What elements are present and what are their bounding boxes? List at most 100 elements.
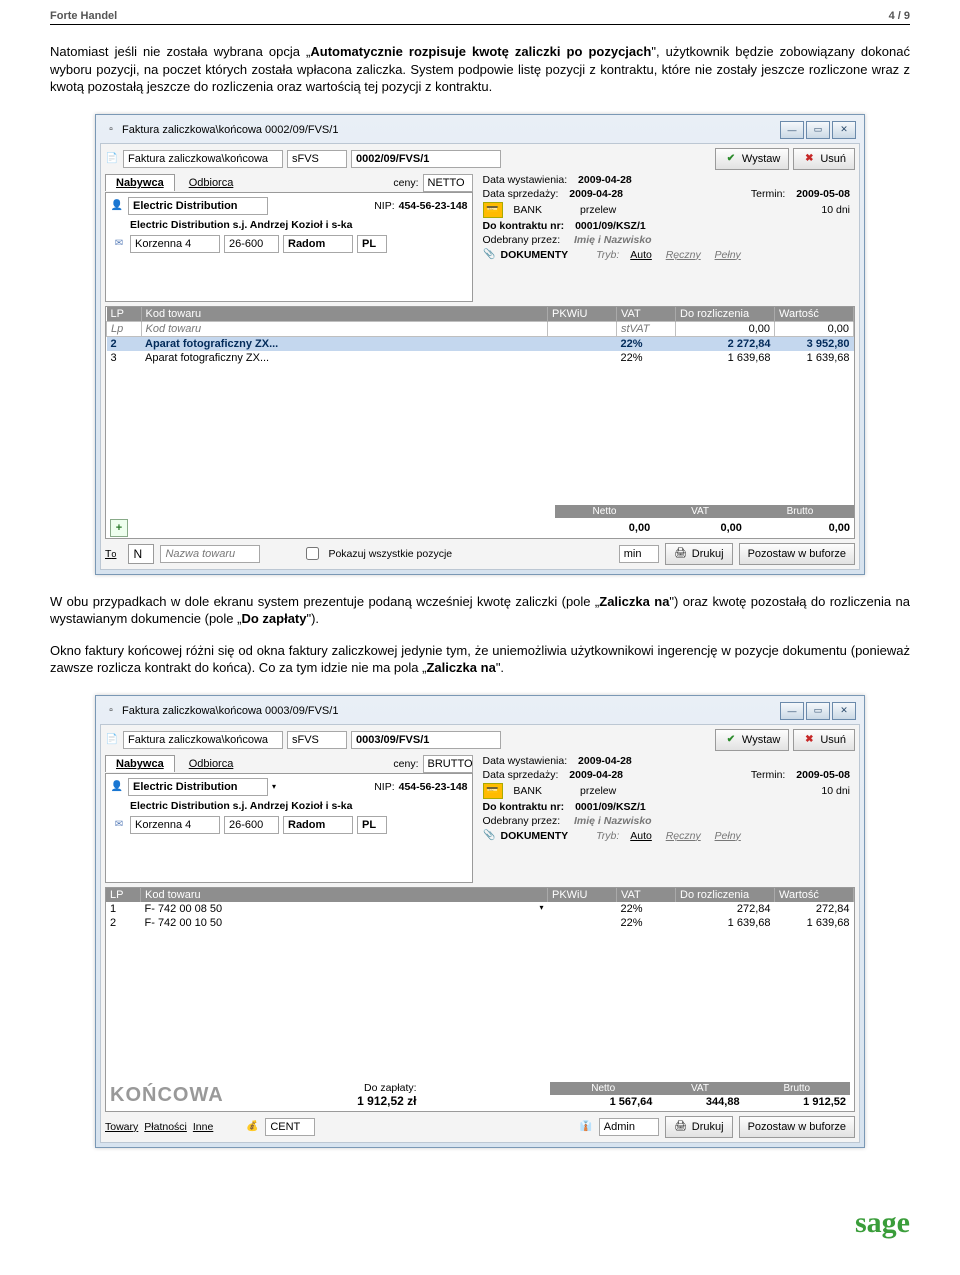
sage-logo: sage <box>855 1206 910 1239</box>
docnum-field[interactable]: 0002/09/FVS/1 <box>351 150 501 168</box>
tab-towary[interactable]: To <box>105 548 116 560</box>
app-icon: ▫ <box>104 704 118 718</box>
tryb-auto[interactable]: Auto <box>630 249 652 261</box>
label-nip: NIP: <box>374 781 394 793</box>
wystaw-button[interactable]: ✔Wystaw <box>715 729 789 751</box>
table-row[interactable]: 1 F- 742 00 08 50 ▾ 22% 272,84 272,84 <box>106 902 854 916</box>
val-termin: 2009-05-08 <box>796 188 850 200</box>
docnum-field[interactable]: 0003/09/FVS/1 <box>351 731 501 749</box>
tryb-reczny[interactable]: Ręczny <box>666 249 701 261</box>
label-pokazuj: Pokazuj wszystkie pozycje <box>328 548 452 560</box>
maximize-button[interactable]: ▭ <box>806 121 830 139</box>
val-brutto: 1 912,52 <box>744 1095 850 1109</box>
col-vat[interactable]: VAT <box>617 888 676 902</box>
label-tryb: Tryb: <box>596 249 619 261</box>
mail-icon: ✉ <box>112 818 126 832</box>
val-dni: 10 dni <box>821 204 850 216</box>
firma-field[interactable]: Electric Distribution <box>128 778 268 796</box>
val-odebrany[interactable]: Imię i Nazwisko <box>574 234 652 246</box>
tab-platnosci[interactable]: Płatności <box>144 1121 187 1133</box>
cent-field[interactable]: CENT <box>265 1118 315 1136</box>
printer-icon: 🖨 <box>674 547 688 561</box>
table-row-selected[interactable]: 2 Aparat fotograficzny ZX... 22% 2 272,8… <box>107 336 854 351</box>
col-lp[interactable]: LP <box>107 307 142 322</box>
col-wart[interactable]: Wartość <box>775 307 854 322</box>
n-button[interactable]: N <box>128 544 154 564</box>
check-icon: ✔ <box>724 733 738 747</box>
minimize-button[interactable]: — <box>780 702 804 720</box>
addr-country[interactable]: PL <box>357 235 387 253</box>
dropdown-icon[interactable]: ▾ <box>272 782 276 791</box>
docs-icon: 📎 <box>483 829 497 843</box>
drukuj-button[interactable]: 🖨Drukuj <box>665 543 733 565</box>
col-lp[interactable]: LP <box>106 888 141 902</box>
label-data-wystawienia: Data wystawienia: <box>483 755 568 767</box>
tab-odbiorca[interactable]: Odbiorca <box>179 756 244 772</box>
pozostaw-button[interactable]: Pozostaw w buforze <box>739 1116 855 1138</box>
col-kod[interactable]: Kod towaru <box>141 307 548 322</box>
tab-nabywca[interactable]: Nabywca <box>105 174 175 191</box>
addr-zip[interactable]: 26-600 <box>224 235 279 253</box>
addr-street[interactable]: Korzenna 4 <box>130 816 220 834</box>
col-wart[interactable]: Wartość <box>775 888 854 902</box>
tab-odbiorca[interactable]: Odbiorca <box>179 175 244 191</box>
ceny-field[interactable]: NETTO <box>423 174 473 192</box>
invoice-window-2: ▫ Faktura zaliczkowa\końcowa 0003/09/FVS… <box>95 695 865 1148</box>
doc-type-field[interactable]: Faktura zaliczkowa\końcowa <box>123 150 283 168</box>
label-bank: BANK <box>513 204 542 216</box>
col-kod[interactable]: Kod towaru <box>141 888 548 902</box>
addr-street[interactable]: Korzenna 4 <box>130 235 220 253</box>
input-wart[interactable]: 0,00 <box>775 321 854 336</box>
nazwa-towaru-input[interactable]: Nazwa towaru <box>160 545 260 563</box>
addr-zip[interactable]: 26-600 <box>224 816 279 834</box>
page-number: 4 / 9 <box>889 10 910 22</box>
firma-field[interactable]: Electric Distribution <box>128 197 268 215</box>
dropdown-icon[interactable]: ▾ <box>539 903 543 912</box>
col-roz[interactable]: Do rozliczenia <box>676 888 775 902</box>
tryb-auto[interactable]: Auto <box>630 830 652 842</box>
tab-inne[interactable]: Inne <box>193 1121 213 1133</box>
tryb-reczny[interactable]: Ręczny <box>666 830 701 842</box>
minimize-button[interactable]: — <box>780 121 804 139</box>
table-row[interactable]: 2 F- 742 00 10 50 22% 1 639,68 1 639,68 <box>106 916 854 930</box>
ceny-field[interactable]: BRUTTO <box>423 755 473 773</box>
tab-nabywca[interactable]: Nabywca <box>105 755 175 772</box>
col-pkwiu[interactable]: PKWiU <box>548 888 617 902</box>
link-dokumenty[interactable]: DOKUMENTY <box>501 249 569 261</box>
drukuj-button[interactable]: 🖨Drukuj <box>665 1116 733 1138</box>
min-field[interactable]: min <box>619 545 659 563</box>
doc-type-field[interactable]: Faktura zaliczkowa\końcowa <box>123 731 283 749</box>
pozostaw-button[interactable]: Pozostaw w buforze <box>739 543 855 565</box>
header-divider <box>50 24 910 25</box>
table-row[interactable]: 3 Aparat fotograficzny ZX... 22% 1 639,6… <box>107 351 854 365</box>
close-button[interactable]: ✕ <box>832 121 856 139</box>
wystaw-button[interactable]: ✔Wystaw <box>715 148 789 170</box>
admin-field[interactable]: Admin <box>599 1118 659 1136</box>
input-roz[interactable]: 0,00 <box>676 321 775 336</box>
input-vat[interactable]: stVAT <box>621 323 650 335</box>
series-field[interactable]: sFVS <box>287 150 347 168</box>
val-odebrany[interactable]: Imię i Nazwisko <box>574 815 652 827</box>
close-button[interactable]: ✕ <box>832 702 856 720</box>
usun-button[interactable]: ✖Usuń <box>793 729 855 751</box>
addr-city[interactable]: Radom <box>283 816 353 834</box>
tryb-pelny[interactable]: Pełny <box>715 830 741 842</box>
series-field[interactable]: sFVS <box>287 731 347 749</box>
input-kod[interactable]: Kod towaru <box>146 323 202 335</box>
pokazuj-checkbox[interactable] <box>306 547 319 560</box>
tryb-pelny[interactable]: Pełny <box>715 249 741 261</box>
add-row-button[interactable]: + <box>110 519 128 537</box>
val-bank: przelew <box>580 204 616 216</box>
paragraph-3: Okno faktury końcowej różni się od okna … <box>50 642 910 677</box>
link-dokumenty[interactable]: DOKUMENTY <box>501 830 569 842</box>
col-vat[interactable]: VAT <box>617 307 676 322</box>
addr-country[interactable]: PL <box>357 816 387 834</box>
usun-button[interactable]: ✖Usuń <box>793 148 855 170</box>
addr-city[interactable]: Radom <box>283 235 353 253</box>
window-title: Faktura zaliczkowa\końcowa 0002/09/FVS/1 <box>122 124 338 136</box>
col-roz[interactable]: Do rozliczenia <box>676 307 775 322</box>
col-pkwiu[interactable]: PKWiU <box>548 307 617 322</box>
maximize-button[interactable]: ▭ <box>806 702 830 720</box>
tab-towary[interactable]: Towary <box>105 1121 138 1133</box>
input-lp[interactable]: Lp <box>111 323 123 335</box>
